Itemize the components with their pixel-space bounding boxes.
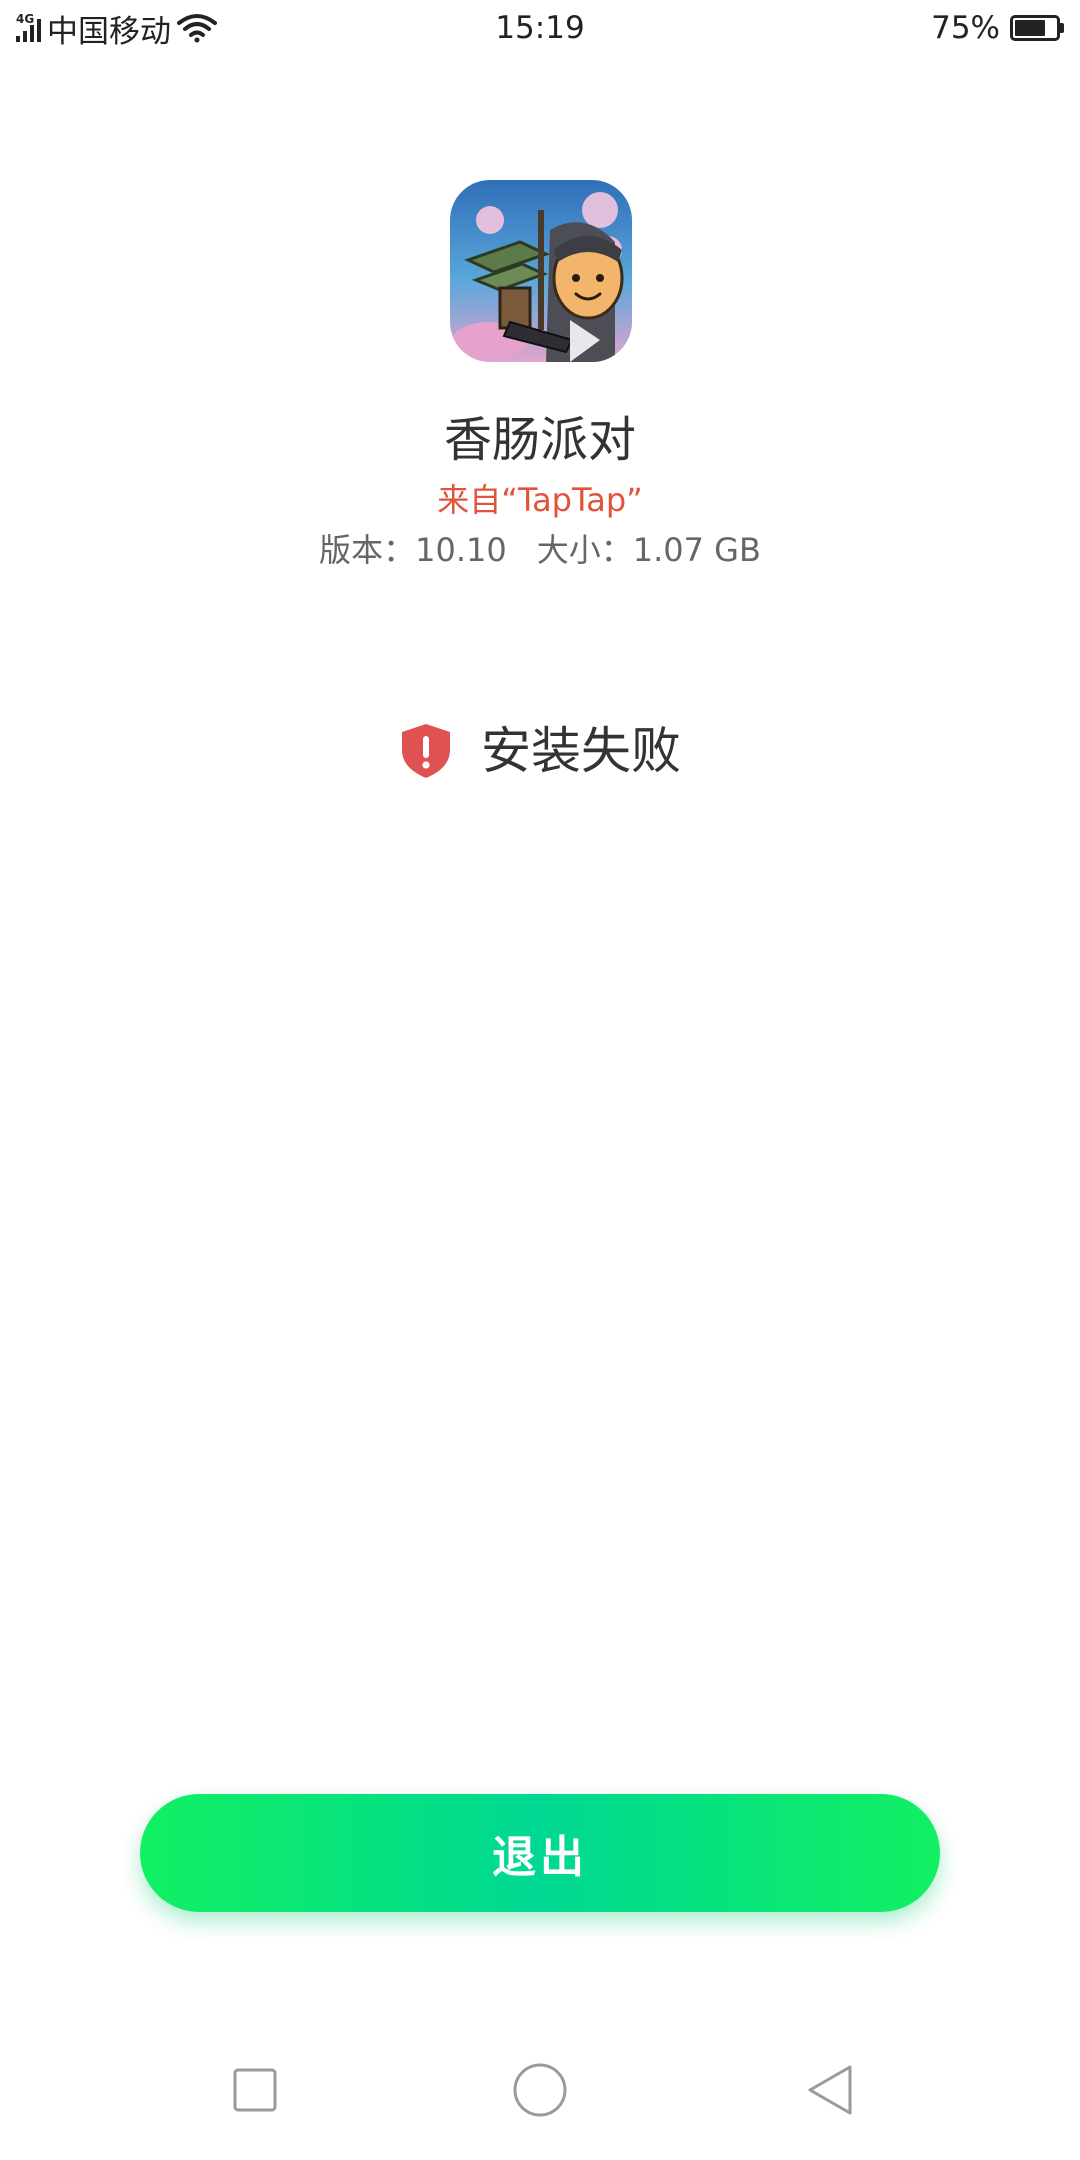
status-bar: 4G 中国移动 15:19 75%	[0, 0, 1080, 56]
back-button[interactable]	[800, 2060, 860, 2120]
exit-button[interactable]: 退出	[140, 1794, 940, 1912]
battery-percent: 75%	[931, 10, 1000, 46]
status-right: 75%	[931, 10, 1064, 46]
navigation-bar	[0, 2040, 1080, 2140]
app-version: 版本：10.10	[319, 531, 507, 569]
recent-apps-button[interactable]	[225, 2060, 285, 2120]
install-result-screen: 4G 中国移动 15:19 75% 香肠派对 来自“TapTap” 版本：10.…	[0, 0, 1080, 2160]
triangle-back-icon	[808, 2065, 852, 2115]
home-button[interactable]	[510, 2060, 570, 2120]
install-status-text: 安装失败	[481, 722, 681, 780]
app-meta: 版本：10.10 大小：1.07 GB	[0, 528, 1080, 572]
app-size: 大小：1.07 GB	[536, 531, 761, 569]
shield-exclamation-icon	[402, 724, 450, 778]
wifi-icon	[177, 14, 217, 43]
status-left: 4G 中国移动	[16, 6, 376, 51]
battery-icon	[1010, 15, 1064, 41]
app-name: 香肠派对	[443, 412, 636, 468]
install-status: 安装失败	[0, 716, 1080, 786]
signal-icon: 4G	[16, 12, 41, 42]
carrier-name: 中国移动	[47, 13, 171, 50]
network-type-label: 4G	[16, 12, 35, 26]
app-source: 来自“TapTap”	[437, 481, 643, 519]
app-icon	[450, 180, 632, 362]
square-icon	[233, 2068, 277, 2112]
circle-icon	[513, 2063, 567, 2117]
